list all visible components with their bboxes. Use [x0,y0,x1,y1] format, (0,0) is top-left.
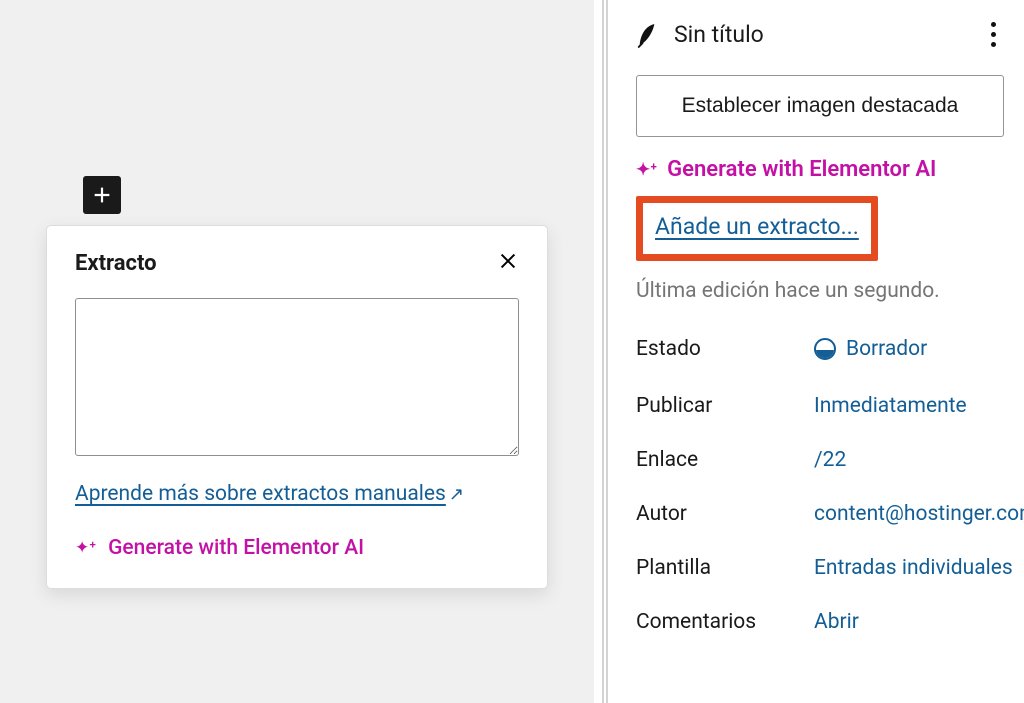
featured-image-button[interactable]: Establecer imagen destacada [636,75,1004,137]
meta-publish-label: Publicar [636,394,814,418]
more-options-button[interactable] [983,18,1004,51]
settings-sidebar: Sin título Establecer imagen destacada ✦… [608,0,1024,703]
meta-template-value[interactable]: Entradas individuales [814,556,1024,580]
excerpt-textarea[interactable] [75,298,519,456]
excerpt-popover: Extracto Aprende más sobre extractos man… [46,225,548,589]
highlight-annotation: Añade un extracto... [636,196,878,261]
editor-canvas: Extracto Aprende más sobre extractos man… [0,0,602,703]
post-meta-table: Estado Borrador Publicar Inmediatamente … [636,337,1004,634]
sidebar-generate-ai-link[interactable]: ✦⁺ Generate with Elementor AI [636,157,1004,182]
learn-more-link[interactable]: Aprende más sobre extractos manuales [75,482,446,506]
generate-ai-link[interactable]: ✦⁺ Generate with Elementor AI [75,536,519,560]
meta-link-value[interactable]: /22 [814,448,1024,472]
meta-publish-value[interactable]: Inmediatamente [814,394,1024,418]
draft-status-icon [814,338,836,360]
meta-template-label: Plantilla [636,556,814,580]
meta-status-label: Estado [636,337,814,364]
plus-icon [91,184,113,206]
post-type-icon [636,22,658,48]
excerpt-popover-title: Extracto [75,251,157,276]
sparkle-icon: ✦⁺ [636,160,657,180]
meta-comments-value[interactable]: Abrir [814,610,1024,634]
post-title[interactable]: Sin título [674,21,764,48]
meta-comments-label: Comentarios [636,610,814,634]
meta-link-label: Enlace [636,448,814,472]
add-excerpt-link[interactable]: Añade un extracto... [655,213,859,240]
add-block-button[interactable] [83,176,121,214]
last-edit-text: Última edición hace un segundo. [636,279,1004,303]
meta-status-value[interactable]: Borrador [814,337,1024,364]
generate-ai-label: Generate with Elementor AI [108,536,364,560]
meta-author-value[interactable]: content@hostinger.com [814,502,1024,526]
sidebar-generate-ai-label: Generate with Elementor AI [667,157,936,182]
meta-author-label: Autor [636,502,814,526]
close-icon[interactable] [497,250,519,276]
sparkle-icon: ✦⁺ [75,538,96,558]
external-link-icon: ↗ [449,484,464,505]
